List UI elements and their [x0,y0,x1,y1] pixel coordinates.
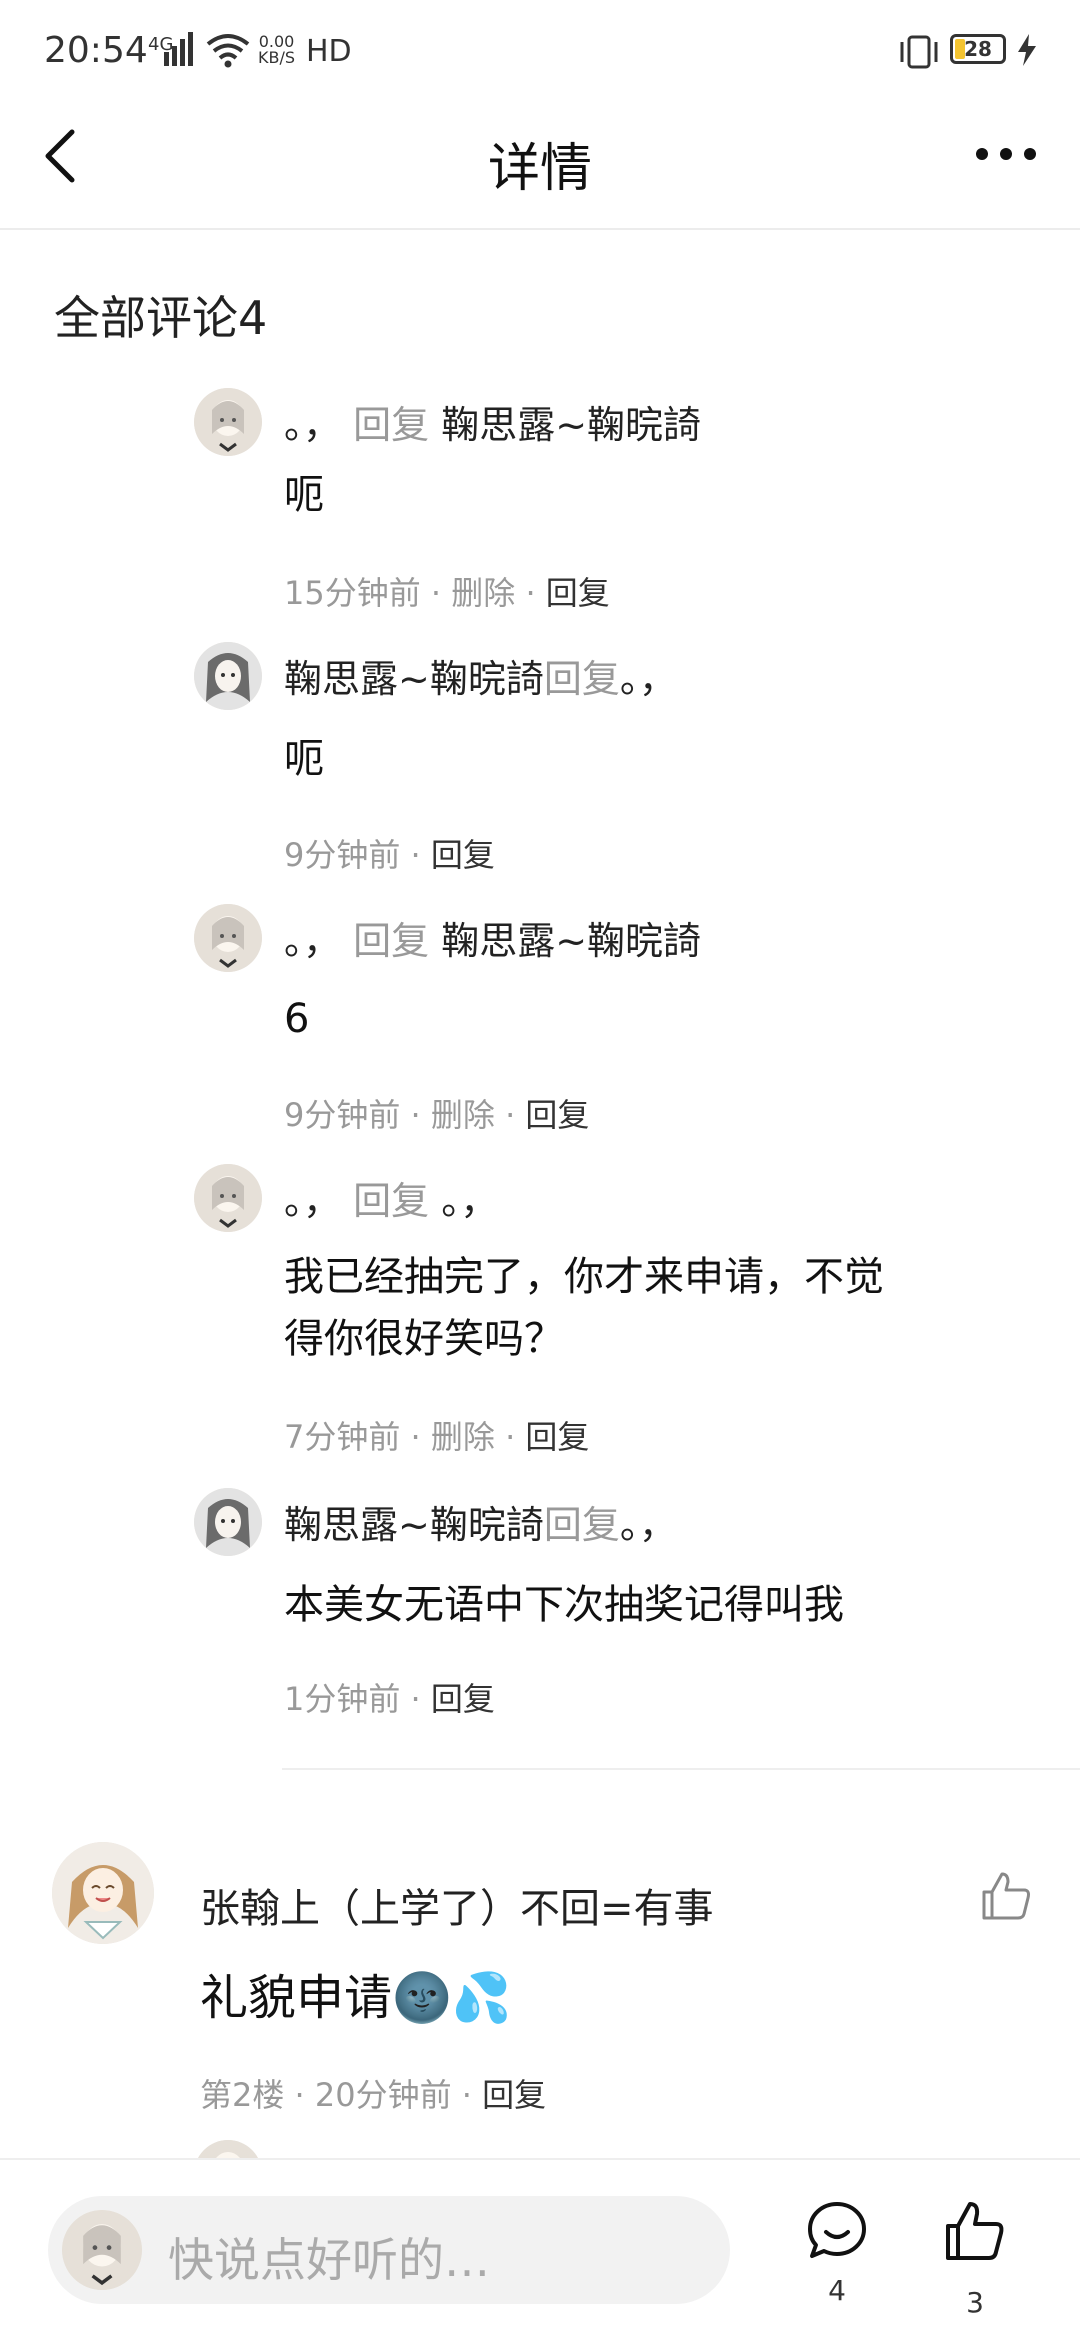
speed-unit: KB/S [258,48,296,67]
reply-text-line: 得你很好笑吗？ [284,1316,564,1362]
reply-time: 1分钟前 [284,1680,401,1718]
comments-section-title: 全部评论4 [54,291,268,345]
reply-author[interactable]: 。， [284,1179,341,1223]
battery-icon: 28 [950,34,1006,64]
reply-word: 回复 [353,403,430,447]
reply-text: 本美女无语中下次抽奖记得叫我 [284,1582,844,1628]
thumbs-up-icon[interactable] [944,2200,1006,2262]
comment-author[interactable]: 张翰上（上学了）不回=有事 [200,1876,714,1934]
reply-target[interactable]: 。， [620,657,677,701]
reply-time: 15分钟前 [284,574,421,612]
reply-time: 9分钟前 [284,836,401,874]
network-speed: 0.00 KB/S [258,34,295,66]
reply-author[interactable]: 。， [284,919,341,963]
like-count: 3 [966,2286,984,2319]
reply-button[interactable]: 回复 [525,1096,589,1134]
comment-input[interactable]: 快说点好听的… [48,2196,730,2304]
reply-target[interactable]: 鞠思露~鞠晥䛴 [441,403,701,447]
reply-button[interactable]: 回复 [525,1418,589,1456]
avatar[interactable] [52,1842,154,1944]
comment-meta: 第2楼 · 20分钟前 · 回复 [200,2076,547,2114]
reply-text: 我已经抽完了，你才来申请，不觉 得你很好笑吗？ [284,1246,1004,1370]
reply-word: 回复 [353,919,430,963]
wifi-icon [206,34,250,68]
comment-text-body: 礼貌申请 [200,1970,393,2026]
avatar [62,2210,142,2290]
avatar[interactable] [194,642,262,710]
reply-word: 回复 [543,657,620,701]
reply-author[interactable]: 鞠思露~鞠晥䛴 [284,657,544,701]
reply-button[interactable]: 回复 [482,2076,546,2114]
reply-text: 呃 [284,472,324,518]
reply-text: 呃 [284,736,324,782]
comment-text: 礼貌申请🌚💦 [200,1958,512,2028]
reply-word: 回复 [543,1503,620,1547]
cell-signal-icon [164,32,193,66]
page-title: 详情 [487,139,592,199]
reply-target[interactable]: 。， [441,1179,498,1223]
comment-time: 20分钟前 [314,2076,452,2114]
battery-level: 28 [964,37,992,61]
reply-meta: 15分钟前 · 删除 · 回复 [284,574,610,612]
avatar[interactable] [194,1488,262,1556]
reply-text: 6 [284,996,310,1042]
reply-target[interactable]: 。， [620,1503,677,1547]
hd-indicator: HD [306,34,352,69]
comment-emoji: 🌚💦 [392,1970,512,2026]
reply-header: 。， 回复 鞠思露~鞠晥䛴 [284,394,701,449]
reply-meta: 9分钟前 · 删除 · 回复 [284,1096,590,1134]
reply-button[interactable]: 回复 [431,836,495,874]
charging-icon [1018,34,1036,66]
delete-button[interactable]: 删除 [431,1418,495,1456]
reply-text-line: 我已经抽完了，你才来申请，不觉 [284,1254,884,1300]
reply-header: 。， 回复 。， [284,1170,498,1225]
avatar[interactable] [194,1164,262,1232]
reply-button[interactable]: 回复 [431,1680,495,1718]
vibrate-icon [900,35,938,69]
status-time: 20:54 [44,30,148,71]
status-bar: 20:54 4G 0.00 KB/S HD 28 [0,0,1080,100]
reply-meta: 9分钟前 · 回复 [284,836,495,874]
reply-word: 回复 [353,1179,430,1223]
reply-button[interactable]: 回复 [546,574,610,612]
reply-target[interactable]: 鞠思露~鞠晥䛴 [441,919,701,963]
delete-button[interactable]: 删除 [431,1096,495,1134]
comment-count: 4 [828,2274,846,2307]
more-options-icon[interactable] [974,144,1038,164]
avatar[interactable] [194,388,262,456]
thumbs-up-icon[interactable] [980,1870,1032,1922]
reply-header: 鞠思露~鞠晥䛴回复。， [284,648,677,703]
bottom-bar: 快说点好听的… 4 3 [0,2158,1080,2342]
reply-header: 。， 回复 鞠思露~鞠晥䛴 [284,910,701,965]
top-bar: 详情 [0,100,1080,230]
reply-author[interactable]: 。， [284,403,341,447]
delete-button[interactable]: 删除 [451,574,515,612]
reply-meta: 7分钟前 · 删除 · 回复 [284,1418,590,1456]
comment-icon[interactable] [806,2200,868,2262]
reply-header: 鞠思露~鞠晥䛴回复。， [284,1494,677,1549]
comment-input-placeholder: 快说点好听的… [168,2233,490,2287]
reply-time: 9分钟前 [284,1096,401,1134]
reply-meta: 1分钟前 · 回复 [284,1680,495,1718]
reply-author[interactable]: 鞠思露~鞠晥䛴 [284,1503,544,1547]
divider [282,1768,1080,1770]
floor-label: 第2楼 [200,2076,285,2114]
reply-time: 7分钟前 [284,1418,401,1456]
avatar[interactable] [194,904,262,972]
